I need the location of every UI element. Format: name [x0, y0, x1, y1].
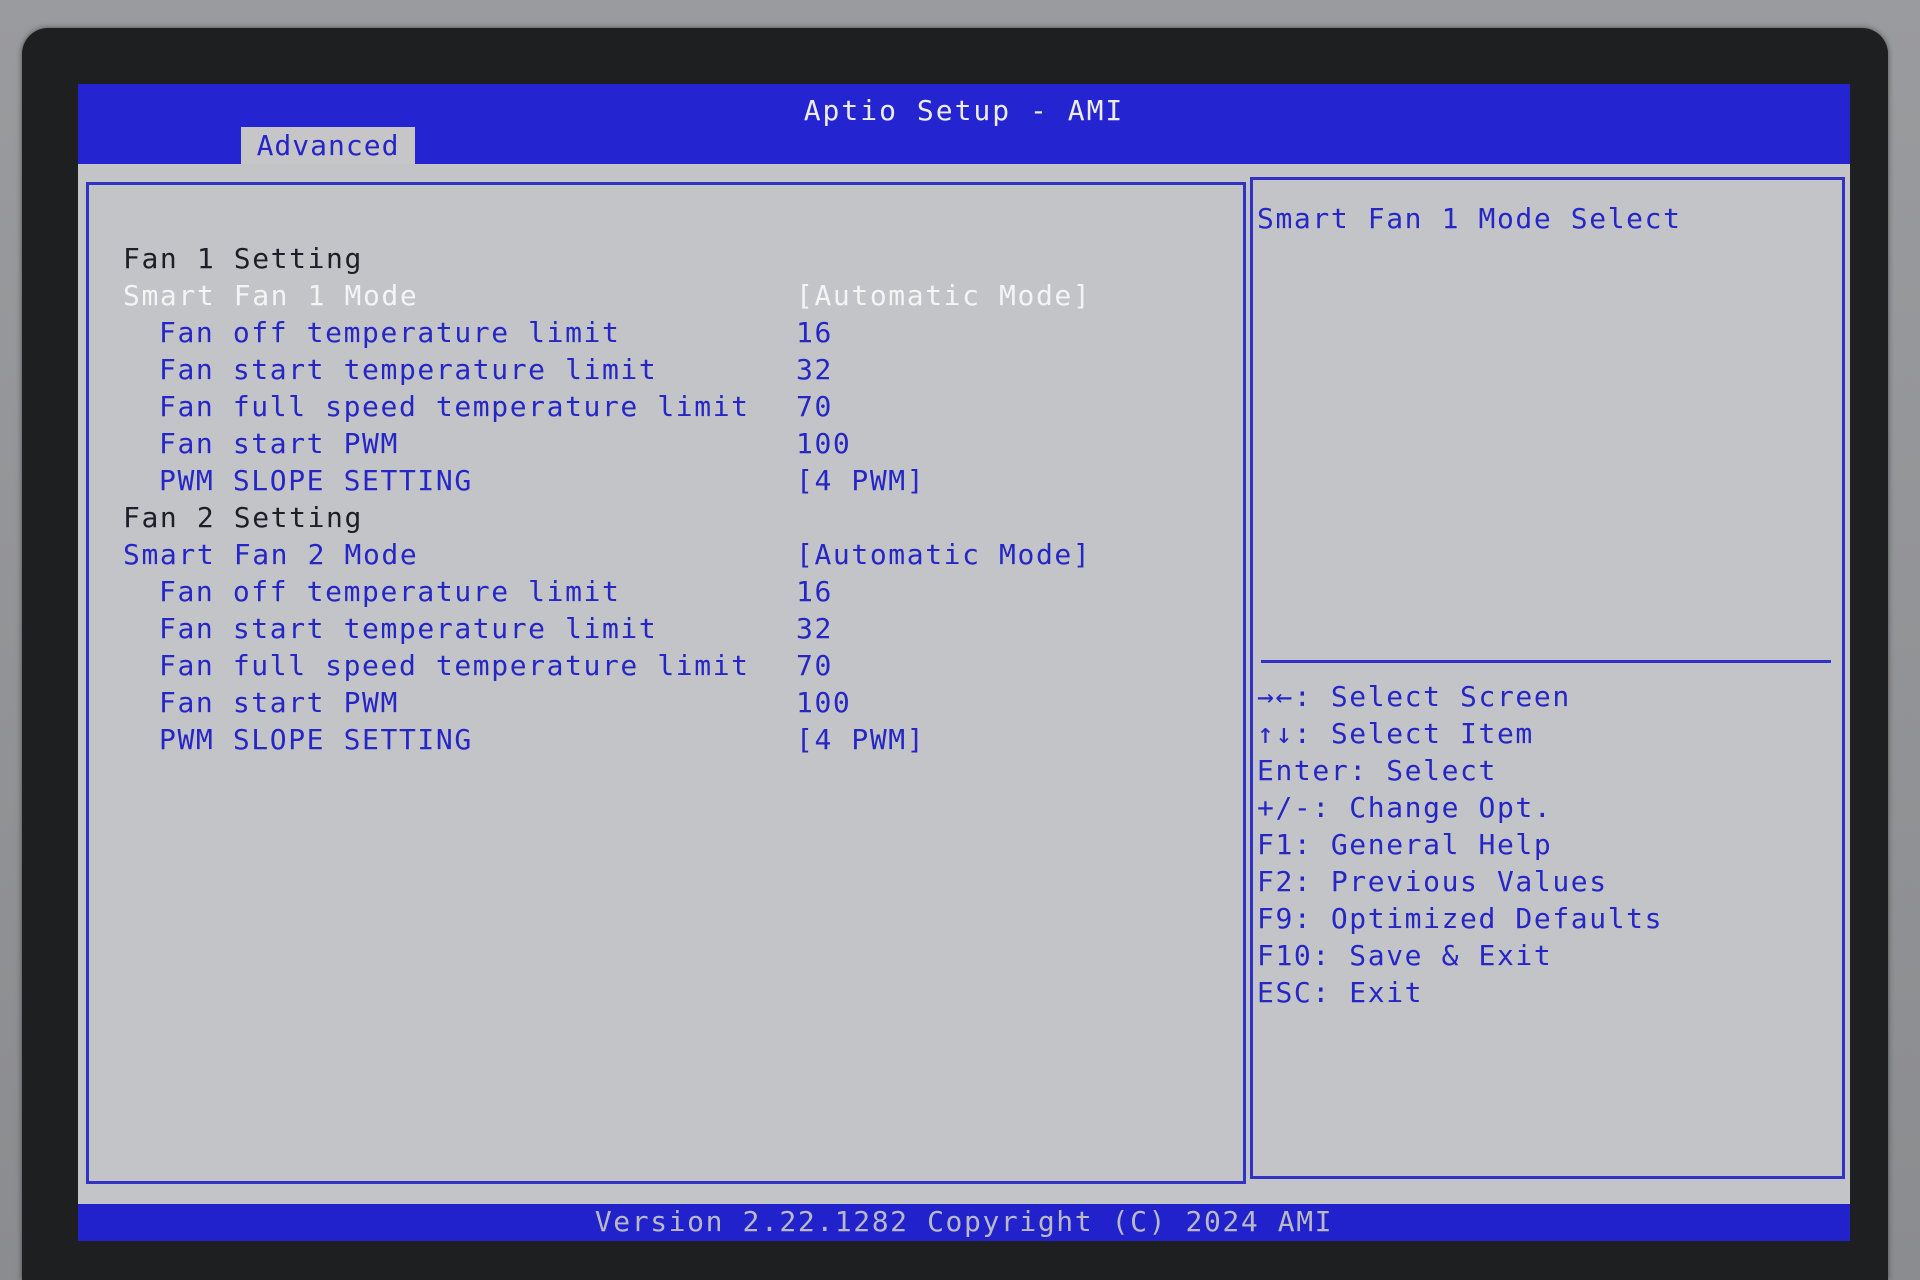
fan-2-setting-heading: Fan 2 Setting [123, 501, 363, 534]
key-hint-change-opt: +/-: Change Opt. [1257, 791, 1553, 824]
settings-panel: Fan 1 Setting Smart Fan 1 Mode [Automati… [86, 182, 1246, 1184]
fan-1-start-temp-label[interactable]: Fan start temperature limit [159, 353, 657, 387]
smart-fan-2-mode-label[interactable]: Smart Fan 2 Mode [123, 538, 418, 572]
fan-1-off-temp-label[interactable]: Fan off temperature limit [159, 316, 620, 350]
smart-fan-1-mode-value[interactable]: [Automatic Mode] [796, 279, 1091, 313]
key-hint-select-screen: →←: Select Screen [1257, 680, 1571, 713]
fan-2-start-temp-value[interactable]: 32 [796, 612, 833, 646]
fan-1-start-pwm-value[interactable]: 100 [796, 427, 851, 461]
fan-2-pwm-slope-label[interactable]: PWM SLOPE SETTING [159, 723, 473, 757]
fan-2-start-pwm-label[interactable]: Fan start PWM [159, 686, 399, 720]
fan-2-pwm-slope-value[interactable]: [4 PWM] [796, 723, 925, 757]
key-hint-save-exit: F10: Save & Exit [1257, 939, 1553, 972]
fan-2-off-temp-value[interactable]: 16 [796, 575, 833, 609]
version-copyright: Version 2.22.1282 Copyright (C) 2024 AMI [594, 1205, 1334, 1238]
fan-2-start-pwm-value[interactable]: 100 [796, 686, 851, 720]
fan-1-start-pwm-label[interactable]: Fan start PWM [159, 427, 399, 461]
fan-1-start-temp-value[interactable]: 32 [796, 353, 833, 387]
fan-2-off-temp-label[interactable]: Fan off temperature limit [159, 575, 620, 609]
content-area: Fan 1 Setting Smart Fan 1 Mode [Automati… [78, 164, 1850, 1241]
fan-1-pwm-slope-label[interactable]: PWM SLOPE SETTING [159, 464, 473, 498]
bios-screen: Aptio Setup - AMI Advanced Fan 1 Setting… [78, 84, 1850, 1241]
help-divider [1261, 660, 1831, 663]
fan-2-full-speed-temp-value[interactable]: 70 [796, 649, 833, 683]
key-hint-enter: Enter: Select [1257, 754, 1497, 787]
smart-fan-2-mode-value[interactable]: [Automatic Mode] [796, 538, 1091, 572]
tab-advanced[interactable]: Advanced [241, 127, 415, 164]
smart-fan-1-mode-label[interactable]: Smart Fan 1 Mode [123, 279, 418, 313]
fan-1-full-speed-temp-label[interactable]: Fan full speed temperature limit [159, 390, 750, 424]
fan-2-full-speed-temp-label[interactable]: Fan full speed temperature limit [159, 649, 750, 683]
fan-1-off-temp-value[interactable]: 16 [796, 316, 833, 350]
fan-2-start-temp-label[interactable]: Fan start temperature limit [159, 612, 657, 646]
help-description: Smart Fan 1 Mode Select [1257, 202, 1682, 235]
key-hint-select-item: ↑↓: Select Item [1257, 717, 1534, 750]
fan-1-full-speed-temp-value[interactable]: 70 [796, 390, 833, 424]
key-hint-previous-values: F2: Previous Values [1257, 865, 1608, 898]
fan-1-pwm-slope-value[interactable]: [4 PWM] [796, 464, 925, 498]
help-panel: Smart Fan 1 Mode Select →←: Select Scree… [1250, 177, 1845, 1179]
fan-1-setting-heading: Fan 1 Setting [123, 242, 363, 275]
key-hint-exit: ESC: Exit [1257, 976, 1424, 1009]
key-hint-general-help: F1: General Help [1257, 828, 1553, 861]
key-hint-optimized-defaults: F9: Optimized Defaults [1257, 902, 1664, 935]
setup-title: Aptio Setup - AMI [803, 94, 1125, 127]
